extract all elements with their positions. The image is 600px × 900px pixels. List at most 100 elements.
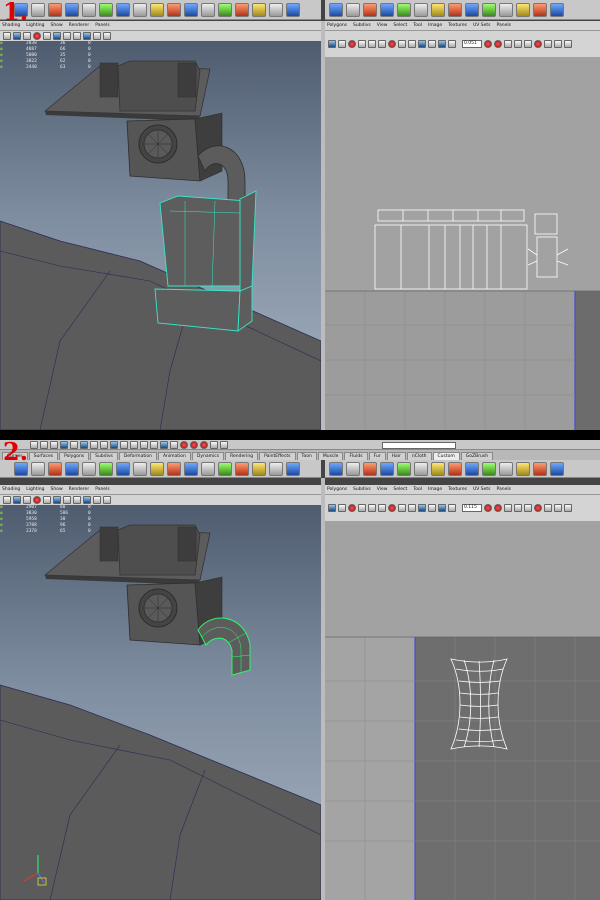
render-settings-icon[interactable]	[200, 440, 208, 449]
mask-icon[interactable]	[110, 440, 118, 449]
shelf-tool-icon[interactable]	[363, 461, 377, 476]
shelf-tab-polygons[interactable]: Polygons	[59, 452, 90, 460]
shelf-tool-icon[interactable]	[133, 2, 147, 17]
menu-renderer[interactable]: Renderer	[69, 487, 90, 492]
mask-icon[interactable]	[90, 440, 98, 449]
render-icon[interactable]	[180, 440, 188, 449]
select-camera-icon[interactable]	[13, 32, 21, 40]
uv-shade-icon[interactable]	[438, 40, 446, 48]
shelf-tool-icon[interactable]	[414, 461, 428, 476]
menu-shading[interactable]: Shading	[2, 487, 20, 492]
uv-menu-uv-sets[interactable]: UV Sets	[473, 487, 491, 492]
uv-normalize-icon[interactable]	[534, 504, 542, 512]
uv-normalize-icon[interactable]	[534, 40, 542, 48]
uv-menu-view[interactable]: View	[377, 487, 388, 492]
uv-redo-icon[interactable]	[494, 40, 502, 48]
shelf-tool-icon[interactable]	[431, 2, 445, 17]
shelf-tool-icon[interactable]	[499, 2, 513, 17]
uv-cut-icon[interactable]	[388, 40, 396, 48]
bookmark-icon[interactable]	[23, 32, 31, 40]
smooth-shade-icon[interactable]	[53, 496, 61, 504]
menu-panels[interactable]: Panels	[95, 23, 109, 28]
shadow-icon[interactable]	[83, 32, 91, 40]
select-object-icon[interactable]	[70, 440, 78, 449]
uv-menu-textures[interactable]: Textures	[448, 23, 467, 28]
shelf-tab-ncloth[interactable]: nCloth	[406, 452, 432, 460]
uv-cut-icon[interactable]	[388, 504, 396, 512]
shelf-tool-icon[interactable]	[218, 2, 232, 17]
menu-show[interactable]: Show	[50, 23, 62, 28]
shelf-tool-icon[interactable]	[329, 461, 343, 476]
grid-toggle-icon[interactable]	[33, 32, 41, 40]
shelf-tool-icon[interactable]	[184, 461, 198, 476]
shelf-tool-icon[interactable]	[184, 2, 198, 17]
open-scene-icon[interactable]	[40, 440, 48, 449]
quick-selection-field[interactable]	[382, 442, 456, 449]
shelf-tool-icon[interactable]	[82, 2, 96, 17]
shelf-tool-icon[interactable]	[482, 2, 496, 17]
shelf-tab-surfaces[interactable]: Surfaces	[28, 452, 59, 460]
shelf-tool-icon[interactable]	[533, 2, 547, 17]
uv-menu-select[interactable]: Select	[393, 23, 407, 28]
input-ops-icon[interactable]	[210, 440, 218, 449]
shelf-tool-icon[interactable]	[363, 2, 377, 17]
uv-straighten-icon[interactable]	[544, 40, 552, 48]
shelf-tab-painteffects[interactable]: PaintEffects	[259, 452, 296, 460]
uv-menu-image[interactable]: Image	[428, 487, 442, 492]
shelf-tool-icon[interactable]	[235, 2, 249, 17]
shelf-tool-icon[interactable]	[516, 461, 530, 476]
new-scene-icon[interactable]	[30, 440, 38, 449]
uv-select-icon[interactable]	[328, 504, 336, 512]
shelf-tool-icon[interactable]	[346, 461, 360, 476]
uv-move-icon[interactable]	[338, 504, 346, 512]
uv-relax-icon[interactable]	[524, 40, 532, 48]
menu-lighting[interactable]: Lighting	[26, 487, 44, 492]
mask-icon[interactable]	[100, 440, 108, 449]
uv-align-icon[interactable]	[378, 40, 386, 48]
shelf-tool-icon[interactable]	[448, 461, 462, 476]
textured-icon[interactable]	[63, 32, 71, 40]
shelf-tool-icon[interactable]	[465, 461, 479, 476]
uv-magnet-icon[interactable]	[348, 504, 356, 512]
uv-align-icon[interactable]	[378, 504, 386, 512]
shelf-tool-icon[interactable]	[167, 461, 181, 476]
snap-curve-icon[interactable]	[140, 440, 148, 449]
shelf-tool-icon[interactable]	[65, 461, 79, 476]
shelf-tool-icon[interactable]	[31, 2, 45, 17]
lighting-icon[interactable]	[73, 496, 81, 504]
uv-layout-icon[interactable]	[418, 504, 426, 512]
uv-image-icon[interactable]	[564, 504, 572, 512]
shelf-tab-hair[interactable]: Hair	[386, 452, 406, 460]
grid-toggle-icon[interactable]	[33, 496, 41, 504]
ipr-render-icon[interactable]	[190, 440, 198, 449]
uv-value-field[interactable]: 0.051	[462, 40, 482, 48]
uv-sew-icon[interactable]	[398, 504, 406, 512]
shelf-tool-icon[interactable]	[31, 461, 45, 476]
uv-unfold-icon[interactable]	[514, 40, 522, 48]
snap-grid-icon[interactable]	[130, 440, 138, 449]
shelf-tool-icon[interactable]	[550, 2, 564, 17]
shelf-tool-icon[interactable]	[397, 2, 411, 17]
camera-icon[interactable]	[3, 32, 11, 40]
shelf-tool-icon[interactable]	[82, 461, 96, 476]
wireframe-icon[interactable]	[43, 32, 51, 40]
shelf-tool-icon[interactable]	[516, 2, 530, 17]
smooth-shade-icon[interactable]	[53, 32, 61, 40]
shelf-tab-fur[interactable]: Fur	[368, 452, 386, 460]
snap-point-icon[interactable]	[150, 440, 158, 449]
shelf-tab-dynamics[interactable]: Dynamics	[191, 452, 225, 460]
shelf-tool-icon[interactable]	[133, 461, 147, 476]
shelf-tool-icon[interactable]	[380, 461, 394, 476]
uv-grid-icon[interactable]	[428, 504, 436, 512]
xray-icon[interactable]	[93, 32, 101, 40]
wireframe-icon[interactable]	[43, 496, 51, 504]
lighting-icon[interactable]	[73, 32, 81, 40]
uv-move-icon[interactable]	[338, 40, 346, 48]
perspective-viewport[interactable]: ● 2907 88 0 ● 3830 586 0 ● 5958 30 0 ● 3788 96 0 ● 23…	[0, 505, 321, 900]
shelf-tool-icon[interactable]	[397, 461, 411, 476]
shelf-tool-icon[interactable]	[235, 461, 249, 476]
uv-layout-icon[interactable]	[418, 40, 426, 48]
shelf-tool-icon[interactable]	[499, 461, 513, 476]
uv-menu-panels[interactable]: Panels	[497, 23, 511, 28]
uv-flip-icon[interactable]	[358, 40, 366, 48]
